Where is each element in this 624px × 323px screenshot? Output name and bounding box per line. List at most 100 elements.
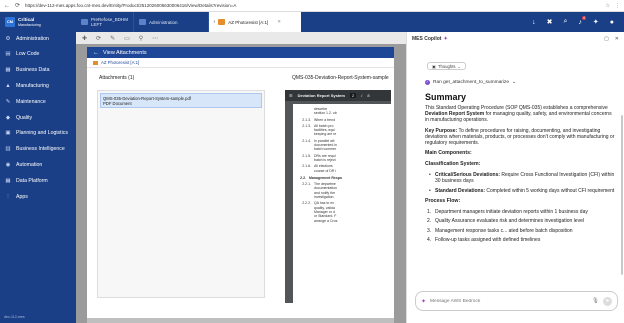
attachment-type: PDF Document (103, 101, 132, 106)
send-icon[interactable]: ➤ (603, 296, 612, 306)
view-attachments-dialog: ← View Attachments AZ Photoresist [A:1] … (87, 47, 394, 318)
scrollbar[interactable] (621, 115, 623, 275)
chat-input[interactable] (430, 298, 589, 304)
pdf-line-text: section 1.2. ob (314, 111, 337, 116)
pdf-line-number (297, 111, 311, 115)
dialog-title: View Attachments (103, 49, 147, 56)
pdf-line-number: 2.1.3. (302, 117, 311, 122)
pdf-text-line: 2.2. Management Respo (297, 176, 389, 180)
pdf-line-text: batch is reject (314, 157, 336, 162)
sidebar-item-business-data[interactable]: ▦ Business Data (0, 62, 76, 78)
arrow-down-icon[interactable]: ↓ (532, 19, 536, 26)
copilot-panel: MES Copilot ✦ ▢ ✕ ▣ Thoughts ⌄ ✓ Ran get… (406, 32, 624, 323)
main-content: ✚ ⟳ ✎ ▭ ⚲ ⋯ ← View Attachments AZ Photor… (76, 32, 406, 323)
back-arrow-icon[interactable]: ← (4, 3, 10, 9)
browser-address-bar: ← ⟳ https://dev-112-mes.apps.foo.cnt-mes… (0, 0, 624, 12)
list-item: Critical/Serious Deviations: Require Cro… (425, 172, 615, 184)
copilot-icon[interactable]: ✦ (593, 18, 599, 26)
pdf-page: describe section 1.2. ob 2.1.3. When a tren… (293, 104, 391, 303)
thoughts-label: Thoughts (437, 63, 456, 69)
product-icon (218, 19, 226, 25)
brand[interactable]: CM Critical Manufacturing (0, 12, 76, 32)
pdf-doc-name: Deviation Report System (297, 93, 345, 98)
edit-icon[interactable]: ✎ (110, 35, 115, 42)
collapse-icon[interactable]: ✖ (547, 18, 553, 26)
pdf-text-line: section 1.2. ob (297, 111, 389, 115)
tool-call-status[interactable]: ✓ Ran get_attachment_to_summarize ⌄ (425, 80, 516, 85)
tab-az-photoresist[interactable]: ‹ AZ Photoresist [A:1] ✕ (208, 12, 302, 32)
pdf-text-line: arrange a Cros (297, 219, 389, 223)
chart-icon: ▥ (5, 146, 11, 153)
menu-icon[interactable]: ☰ (289, 93, 293, 98)
search-icon[interactable]: ⌕ (563, 18, 567, 26)
sidebar-item-planning[interactable]: ▣ Planning and Logistics (0, 125, 76, 141)
list-item[interactable]: QMS-035-Deviation-Report-System-sample.p… (100, 93, 262, 108)
tool-call-label: Ran get_attachment_to_summarize (433, 80, 509, 85)
entity-icon (81, 19, 88, 25)
entity-icon (139, 19, 147, 25)
sidebar-item-automation[interactable]: ◉ Automation (0, 157, 76, 173)
user-icon[interactable]: ● (610, 19, 614, 26)
sidebar-item-apps[interactable]: ⋮ Apps (0, 189, 76, 205)
app-header: CM Critical Manufacturing PreRefose_BDHM… (0, 12, 624, 32)
extensions-icon[interactable]: ⋮ (615, 3, 620, 9)
sidebar-item-manufacturing[interactable]: ▲ Manufacturing (0, 78, 76, 94)
pdf-line-number (297, 219, 311, 223)
tab-administration[interactable]: Administration (134, 12, 209, 32)
refresh-icon[interactable]: ⟳ (96, 35, 101, 42)
tab-prerefose[interactable]: PreRefose_BDHM LEFT (76, 12, 135, 32)
pdf-text-line: investigation. (297, 195, 389, 199)
sidebar-item-quality[interactable]: ◆ Quality (0, 110, 76, 126)
pdf-line-number (297, 158, 311, 162)
close-icon[interactable]: ✕ (615, 36, 619, 42)
chevron-left-icon[interactable]: ‹ (214, 19, 216, 25)
toolbar: ✚ ⟳ ✎ ▭ ⚲ ⋯ (76, 32, 406, 44)
notification-bell-icon[interactable]: ♪ 4 (578, 15, 586, 26)
new-chat-icon[interactable]: ▢ (604, 36, 609, 42)
list-item: 2. Quality Assurance evaluates risk and d… (427, 218, 584, 225)
tab-label: Administration (149, 19, 178, 25)
pdf-text-line: course of DR i (297, 169, 389, 173)
summary-purpose: Key Purpose: To define procedures for ra… (425, 127, 615, 147)
sidebar-item-bi[interactable]: ▥ Business Intelligence (0, 141, 76, 157)
notification-badge: 4 (581, 15, 586, 20)
microphone-icon[interactable]: 🎙 (592, 298, 599, 304)
more-icon[interactable]: ⋯ (152, 35, 158, 42)
page-number-input[interactable]: 2 (349, 93, 357, 98)
sidebar-item-administration[interactable]: ⚙ Administration (0, 32, 76, 46)
pdf-line-text: course of DR i (314, 168, 337, 173)
dialog-body: Attachments (1) QMS-035-Deviation-Report… (87, 68, 394, 318)
reload-icon[interactable]: ⟳ (15, 2, 20, 9)
add-icon[interactable]: ✚ (82, 35, 87, 42)
pdf-line-text: When a trend (314, 117, 336, 122)
brand-logo: CM (5, 17, 15, 27)
database-icon: ▦ (5, 66, 11, 73)
sidebar-item-label: Low Code (16, 50, 40, 57)
copilot-conversation[interactable]: ▣ Thoughts ⌄ ✓ Ran get_attachment_to_sum… (407, 45, 624, 290)
chevron-down-icon: ⌄ (457, 63, 461, 69)
summary-intro: This Standard Operating Procedure (SOP Q… (425, 105, 612, 124)
dialog-subheader: AZ Photoresist [A:1] (87, 58, 394, 68)
page-total: 8 (367, 93, 370, 98)
sidebar-item-label: Automation (16, 162, 43, 169)
sidebar-item-low-code[interactable]: ▤ Low Code (0, 46, 76, 62)
chat-input-box: ✦ 🎙 ➤ (415, 291, 618, 311)
close-icon[interactable]: ✕ (277, 19, 281, 25)
star-icon[interactable]: ☆ (606, 3, 610, 9)
pdf-line-text: Management Respo (309, 175, 343, 180)
sidebar-item-label: Administration (16, 36, 49, 42)
url-field[interactable]: https://dev-112-mes.apps.foo.cnt-mes.dev… (25, 3, 600, 8)
thoughts-toggle[interactable]: ▣ Thoughts ⌄ (427, 62, 466, 70)
pdf-viewer: ☰ Deviation Report System 2 / 8 describe… (285, 90, 391, 303)
sidebar-item-label: Quality (16, 114, 33, 121)
sidebar-item-label: Manufacturing (16, 82, 49, 89)
sidebar-item-maintenance[interactable]: ✎ Maintenance (0, 94, 76, 110)
dialog-header: ← View Attachments (87, 47, 394, 58)
folder-icon[interactable]: ▭ (124, 35, 130, 42)
pin-icon[interactable]: ⚲ (139, 35, 143, 42)
pdf-line-text: investigation. (314, 195, 335, 200)
sidebar-item-data-platform[interactable]: ▦ Data Platform (0, 173, 76, 189)
list-item: Standard Deviations: Completed within 5 … (425, 188, 615, 194)
back-arrow-icon[interactable]: ← (93, 50, 99, 56)
grid-icon: ▦ (5, 178, 11, 185)
